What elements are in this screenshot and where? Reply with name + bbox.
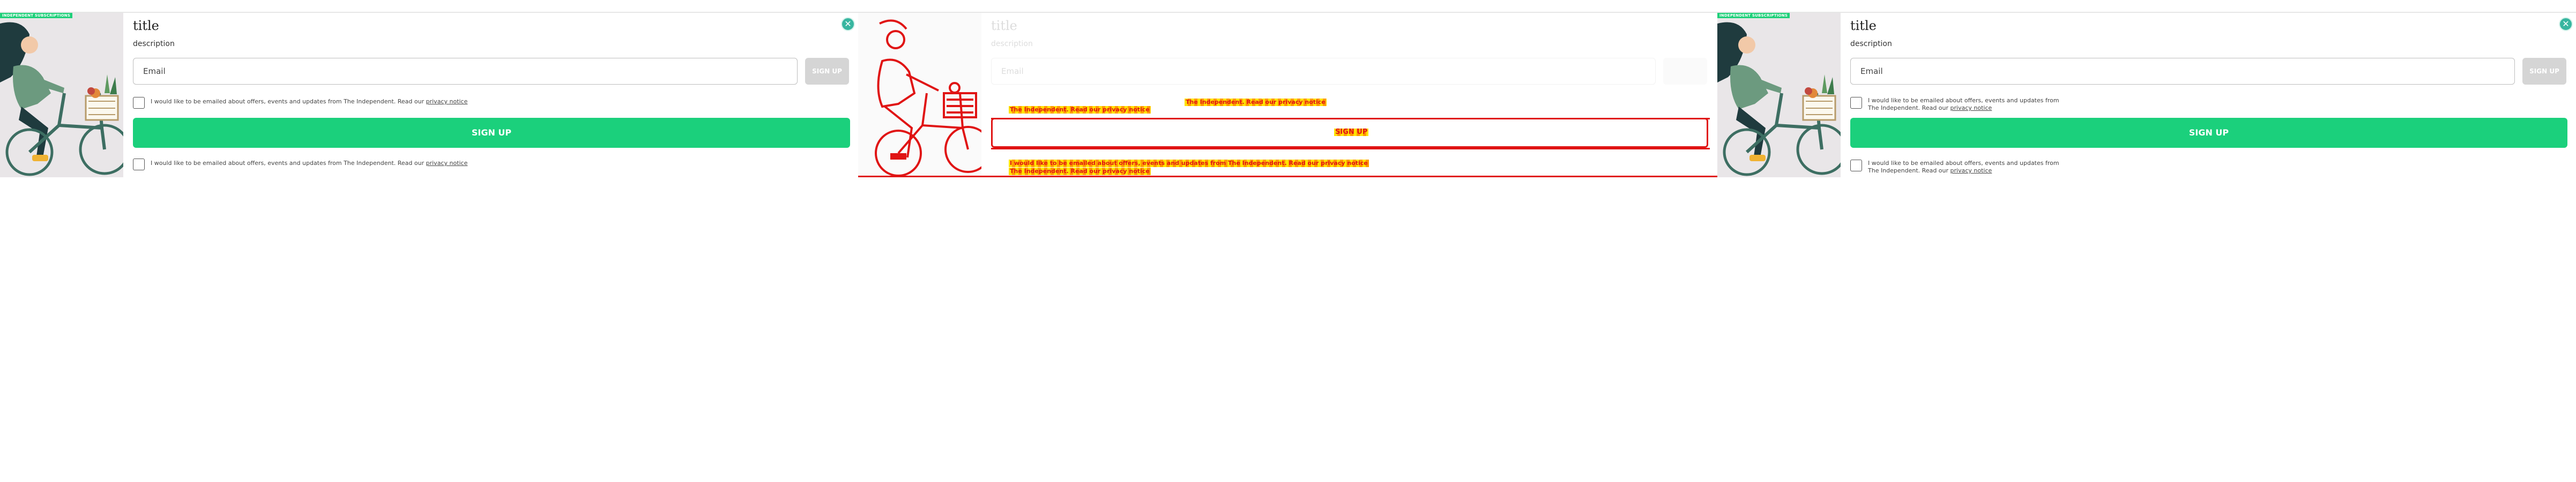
newsletter-signup-panel-3: INDEPENDENT SUBSCRIPTIONS title descript…: [1717, 12, 2576, 177]
form-description: description: [991, 40, 1033, 48]
glitch-consent-text-1: The Independent. Read our privacy notice: [1185, 99, 1327, 106]
privacy-notice-link-2[interactable]: privacy notice: [1950, 167, 1992, 174]
close-icon[interactable]: ✕: [841, 17, 855, 31]
offers-consent-row: I would like to be emailed about offers,…: [133, 97, 508, 110]
glitch-consent-text-2: The Independent. Read our privacy notice: [1009, 106, 1151, 114]
form-title: title: [133, 18, 159, 33]
signup-form-glitched: title description Email The Independent.…: [991, 13, 1717, 177]
form-title: title: [991, 18, 1017, 33]
cyclist-illustration-icon: [0, 13, 123, 177]
cyclist-illustration-icon: [1717, 13, 1841, 177]
consent-text-line1: I would like to be emailed about offers,…: [1868, 97, 2059, 104]
glitch-line-bottom: [991, 148, 1710, 149]
glitch-line-footer: [858, 176, 1717, 177]
offers-checkbox-2[interactable]: [133, 159, 145, 170]
signup-button-label: SIGN UP: [1334, 128, 1369, 136]
consent-text-line1-2: I would like to be emailed about offers,…: [1868, 160, 2059, 167]
newsletter-signup-panel-1: INDEPENDENT SUBSCRIPTIONS title descript…: [0, 12, 858, 177]
signup-button[interactable]: SIGN UP: [133, 118, 850, 148]
glitch-consent-text-4: The Independent. Read our privacy notice: [1009, 168, 1151, 175]
signup-button[interactable]: SIGN UP: [1850, 118, 2567, 148]
close-icon[interactable]: ✕: [2559, 17, 2573, 31]
glitch-consent-text-3: I would like to be emailed about offers,…: [1009, 160, 1369, 167]
form-title: title: [1850, 18, 1877, 33]
consent-text-line2: The Independent. Read our: [1868, 104, 1950, 111]
consent-text: I would like to be emailed about offers,…: [151, 98, 426, 105]
cyclist-outline-icon: [858, 13, 981, 177]
subscriptions-badge: INDEPENDENT SUBSCRIPTIONS: [1717, 13, 1790, 18]
privacy-notice-link[interactable]: privacy notice: [1950, 104, 1992, 111]
cyclist-illustration-outline: [858, 13, 981, 177]
offers-consent-row-2: I would like to be emailed about offers,…: [133, 159, 508, 171]
form-description: description: [133, 40, 175, 48]
offers-checkbox[interactable]: [1850, 97, 1862, 109]
privacy-notice-link[interactable]: privacy notice: [426, 98, 468, 105]
email-signup-button[interactable]: SIGN UP: [2522, 58, 2566, 85]
offers-checkbox-2[interactable]: [1850, 160, 1862, 171]
newsletter-signup-panel-2: title description Email The Independent.…: [858, 12, 1717, 177]
email-field[interactable]: Email: [1850, 58, 2515, 85]
email-signup-button[interactable]: [1663, 58, 1707, 85]
consent-text-2: I would like to be emailed about offers,…: [151, 160, 426, 167]
email-signup-button[interactable]: SIGN UP: [805, 58, 849, 85]
email-field[interactable]: Email: [133, 58, 798, 85]
email-field[interactable]: Email: [991, 58, 1656, 85]
offers-checkbox[interactable]: [133, 97, 145, 109]
privacy-notice-link-2[interactable]: privacy notice: [426, 160, 468, 167]
offers-consent-row: I would like to be emailed about offers,…: [1850, 97, 2118, 113]
offers-consent-row-2: I would like to be emailed about offers,…: [1850, 160, 2118, 176]
consent-text-line2-2: The Independent. Read our: [1868, 167, 1950, 174]
signup-form: title description Email SIGN UP I would …: [1850, 13, 2576, 177]
cyclist-illustration: [0, 13, 123, 177]
signup-form: title description Email SIGN UP I would …: [133, 13, 858, 177]
cyclist-illustration: [1717, 13, 1841, 177]
subscriptions-badge: INDEPENDENT SUBSCRIPTIONS: [0, 13, 73, 18]
form-description: description: [1850, 40, 1892, 48]
